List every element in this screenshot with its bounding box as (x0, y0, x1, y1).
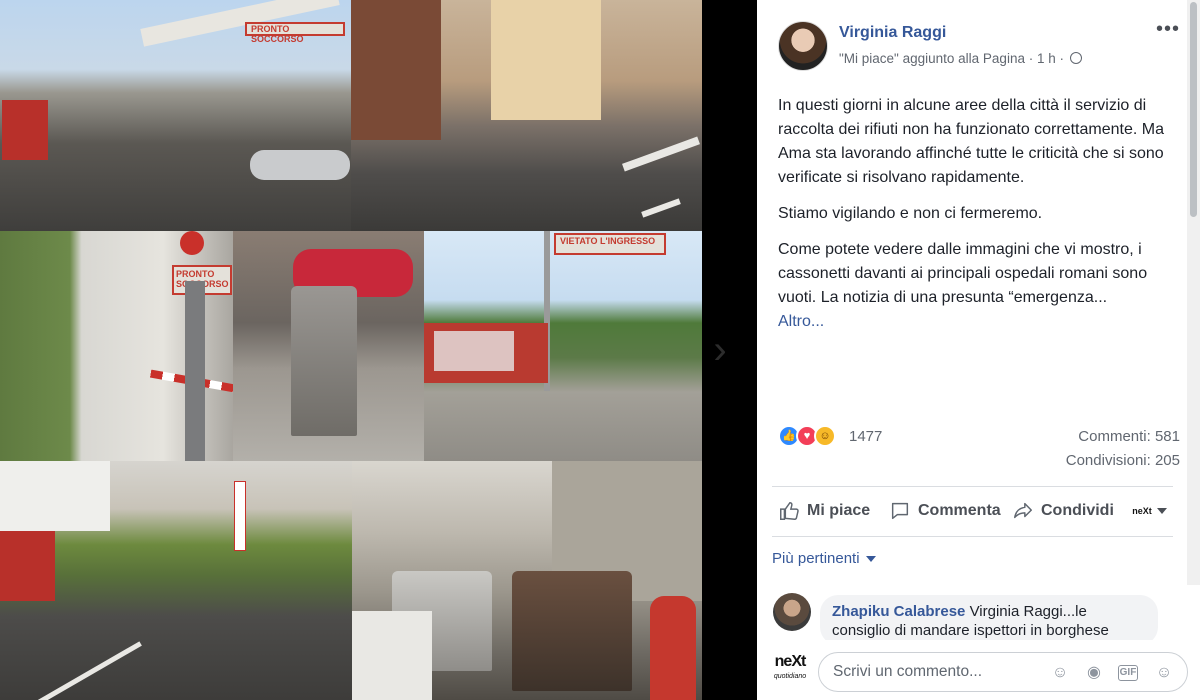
scrollbar[interactable] (1187, 0, 1200, 585)
share-button-label: Condividi (1041, 502, 1114, 519)
pronto-soccorso-sign: PRONTO SOCCORSO (245, 22, 345, 44)
vietato-ingresso-sign: VIETATO L'INGRESSO (554, 233, 666, 255)
post-paragraph: Stiamo vigilando e non ci fermeremo. (778, 205, 1043, 222)
shares-count[interactable]: Condivisioni: 205 (1066, 452, 1180, 469)
page-logo-sub: quotidiano (773, 673, 807, 680)
scrollbar-thumb[interactable] (1190, 2, 1197, 217)
photo-tile-street-bin (233, 231, 424, 461)
author-avatar[interactable] (778, 21, 828, 71)
chevron-down-icon (1157, 508, 1167, 514)
comment-sort-dropdown[interactable]: Più pertinenti (772, 550, 876, 567)
photo-tile-ama-truck: VIETATO L'INGRESSO (424, 231, 702, 461)
emoji-icon[interactable]: ☺ (1049, 662, 1071, 684)
post-paragraph: In questi giorni in alcune aree della ci… (778, 97, 1164, 186)
comment-button-label: Commenta (918, 502, 1001, 519)
comment-sort-label: Più pertinenti (772, 550, 860, 567)
comment-bubble: Zhapiku Calabrese Virginia Raggi...le co… (820, 595, 1158, 645)
comment-button[interactable]: Commenta (889, 500, 1001, 522)
reaction-icons[interactable]: 👍 ♥ ☺ (778, 425, 846, 449)
post-meta: "Mi piace" aggiunto alla Pagina · 1 h · (839, 51, 1082, 66)
comment-input[interactable] (833, 661, 1043, 683)
globe-icon[interactable] (1069, 52, 1082, 64)
read-more-link[interactable]: Altro... (778, 310, 1182, 334)
like-button[interactable]: Mi piace (778, 500, 870, 522)
comment-icon (891, 502, 909, 520)
next-photo-chevron-icon[interactable]: › (700, 325, 740, 375)
camera-icon[interactable]: ◉ (1083, 662, 1105, 684)
post-author-name[interactable]: Virginia Raggi (839, 24, 946, 42)
post-body: In questi giorni in alcune aree della ci… (778, 94, 1182, 346)
comment-composer[interactable]: ☺ ◉ GIF ☺ (818, 652, 1188, 692)
post-paragraph-text: Come potete vedere dalle immagini che vi… (778, 241, 1148, 306)
divider (772, 536, 1173, 537)
page-avatar-logo: neXt quotidiano (766, 648, 814, 688)
photo-tile-pronto-soccorso-barrier: PRONTO SOCCORSO (0, 231, 233, 461)
chevron-down-icon (865, 555, 876, 562)
sticker-icon[interactable]: ☺ (1153, 662, 1175, 684)
more-options-icon[interactable]: ••• (1156, 18, 1180, 41)
share-icon (1014, 502, 1032, 519)
photo-collage: PRONTO SOCCORSO PRONTO SOCCORSO VIETAT (0, 0, 702, 700)
like-button-label: Mi piace (807, 502, 871, 519)
page-switcher[interactable]: neXt (1131, 503, 1167, 519)
photo-tile-hospital-gate (351, 0, 702, 231)
photo-tile-hospital-entrance: PRONTO SOCCORSO (0, 0, 351, 231)
share-button[interactable]: Condividi (1012, 500, 1114, 522)
haha-icon: ☺ (814, 425, 836, 447)
reaction-count[interactable]: 1477 (849, 428, 882, 445)
comment-author-name[interactable]: Zhapiku Calabrese (832, 603, 965, 620)
post-paragraph: Come potete vedere dalle immagini che vi… (778, 238, 1182, 334)
photo-tile-bin-washing (352, 461, 702, 700)
photo-tile-hospital-driveway (0, 461, 352, 700)
page-logo-name: neXt (774, 653, 807, 670)
comments-count[interactable]: Commenti: 581 (1078, 428, 1180, 445)
thumbs-up-icon (780, 502, 799, 520)
page-logo: neXt (1132, 506, 1152, 516)
facebook-photo-viewer: PRONTO SOCCORSO PRONTO SOCCORSO VIETAT (0, 0, 1200, 700)
photo-viewer[interactable]: PRONTO SOCCORSO PRONTO SOCCORSO VIETAT (0, 0, 757, 700)
post-meta-text: "Mi piace" aggiunto alla Pagina · 1 h · (839, 51, 1064, 66)
gif-icon[interactable]: GIF (1118, 665, 1138, 681)
divider (772, 486, 1173, 487)
comment-author-avatar[interactable] (773, 593, 811, 631)
